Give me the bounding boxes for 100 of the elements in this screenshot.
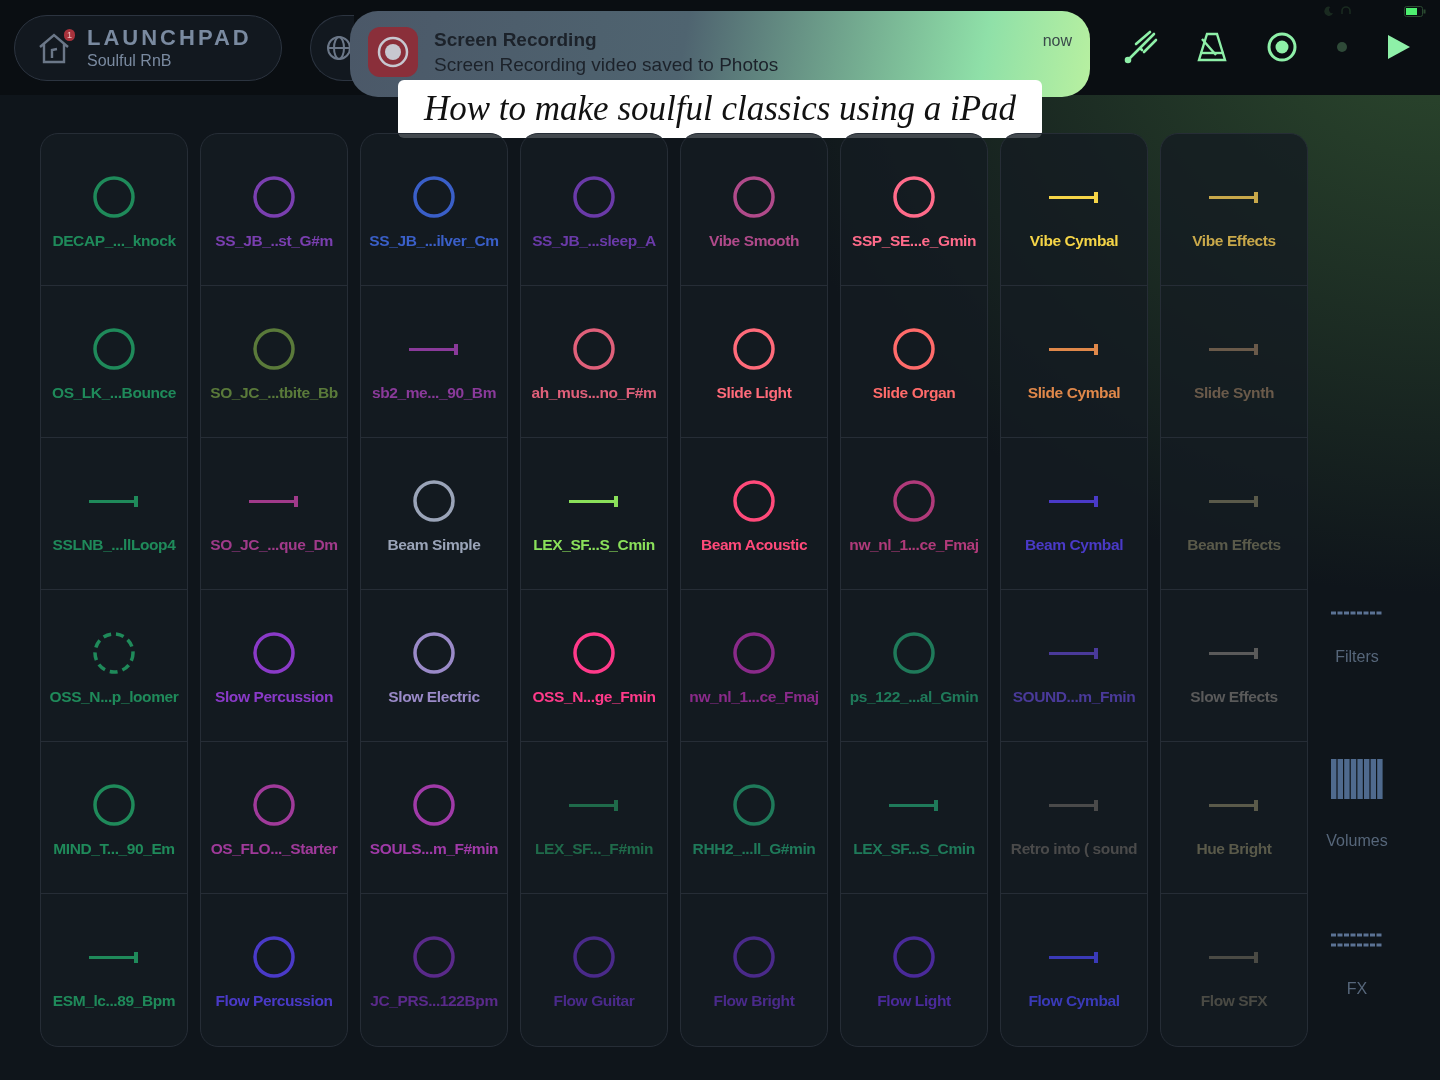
pad-label: SO_JC_...que_Dm [210, 534, 338, 555]
notification-body: Screen Recording video saved to Photos [434, 53, 780, 77]
pad-label: ps_122_...al_Gmin [849, 686, 979, 707]
sample-pad[interactable]: Slide Light [681, 286, 827, 438]
pad-label: SS_JB_...ilver_Cm [369, 230, 499, 251]
sample-pad[interactable]: Flow Bright [681, 894, 827, 1046]
sample-pad[interactable]: Flow Cymbal [1001, 894, 1147, 1046]
sample-pad[interactable]: ps_122_...al_Gmin [841, 590, 987, 742]
ring-icon [252, 935, 296, 980]
pad-label: Hue Bright [1196, 838, 1272, 859]
sample-pad[interactable]: nw_nl_1...ce_Fmaj [841, 438, 987, 590]
sample-pad[interactable]: Beam Acoustic [681, 438, 827, 590]
sample-pad[interactable]: OS_FLO..._Starter [201, 742, 347, 894]
pad-label: Vibe Effects [1192, 230, 1276, 251]
ring-icon [572, 935, 616, 980]
ring-icon [252, 782, 296, 827]
sample-pad[interactable]: Flow Guitar [521, 894, 667, 1046]
pad-label: Slow Electric [388, 686, 480, 707]
notification-badge: 1 [64, 28, 75, 41]
pad-label: OSS_N...p_loomer [49, 686, 179, 707]
ring-icon [732, 935, 776, 980]
panel-tab[interactable]: Volumes [1326, 759, 1388, 933]
sample-pad[interactable]: OS_LK_...Bounce [41, 286, 187, 438]
globe-button[interactable] [310, 14, 354, 81]
line-icon [1049, 494, 1099, 507]
launchpad-button[interactable]: 1 LAUNCHPAD Soulful RnB [14, 14, 282, 81]
panel-tab[interactable]: Filters [1331, 611, 1383, 759]
sample-pad[interactable]: SSLNB_...llLoop4 [41, 438, 187, 590]
pad-label: Slide Cymbal [1027, 382, 1121, 403]
pad-label: RHH2_...ll_G#min [692, 838, 816, 859]
sample-pad[interactable]: Slow Percussion [201, 590, 347, 742]
sample-pad[interactable]: Flow Light [841, 894, 987, 1046]
panel-tab-label: Filters [1335, 647, 1379, 667]
pad-label: DECAP_..._knock [52, 230, 176, 251]
sample-pad[interactable]: Slow Effects [1161, 590, 1307, 742]
sample-pad[interactable]: SOULS...m_F#min [361, 742, 507, 894]
ring-icon [252, 326, 296, 371]
line-icon [1049, 798, 1099, 811]
pad-label: LEX_SF...S_Cmin [533, 534, 655, 555]
dashed-line-icon [1331, 611, 1383, 615]
pad-label: nw_nl_1...ce_Fmaj [689, 686, 819, 707]
line-icon [1049, 342, 1099, 355]
line-icon [89, 494, 139, 507]
sample-pad[interactable]: nw_nl_1...ce_Fmaj [681, 590, 827, 742]
sample-pad[interactable]: LEX_SF..._F#min [521, 742, 667, 894]
sample-pad[interactable]: SO_JC_...tbite_Bb [201, 286, 347, 438]
sample-pad[interactable]: Vibe Effects [1161, 134, 1307, 286]
sample-pad[interactable]: RHH2_...ll_G#min [681, 742, 827, 894]
sample-pad[interactable]: Beam Effects [1161, 438, 1307, 590]
ring-icon [892, 935, 936, 980]
sample-pad[interactable]: DECAP_..._knock [41, 134, 187, 286]
sample-pad[interactable]: Hue Bright [1161, 742, 1307, 894]
line-icon [1049, 951, 1099, 964]
sample-pad[interactable]: SOUND...m_Fmin [1001, 590, 1147, 742]
sample-pad[interactable]: Slow Electric [361, 590, 507, 742]
sample-pad[interactable]: OSS_N...p_loomer [41, 590, 187, 742]
sample-pad[interactable]: SO_JC_...que_Dm [201, 438, 347, 590]
record-icon[interactable] [1266, 30, 1298, 63]
sample-pad[interactable]: OSS_N...ge_Fmin [521, 590, 667, 742]
ring-icon [892, 630, 936, 675]
ring-icon [92, 326, 136, 371]
sample-pad[interactable]: ESM_lc...89_Bpm [41, 894, 187, 1046]
tuning-fork-icon[interactable] [1124, 29, 1158, 64]
sample-pad[interactable]: LEX_SF...S_Cmin [521, 438, 667, 590]
metronome-icon[interactable] [1196, 30, 1228, 63]
fader-bank-icon [1331, 759, 1383, 799]
sample-pad[interactable]: ah_mus...no_F#m [521, 286, 667, 438]
ring-icon [412, 630, 456, 675]
ring-icon [892, 174, 936, 219]
line-icon [1209, 798, 1259, 811]
sample-pad[interactable]: Slide Synth [1161, 286, 1307, 438]
sample-pad[interactable]: Beam Simple [361, 438, 507, 590]
dashed-lines-icon [1331, 933, 1383, 947]
panel-tab[interactable]: FX [1331, 933, 1383, 1001]
sample-pad[interactable]: Slide Cymbal [1001, 286, 1147, 438]
panel-tab-label: Volumes [1326, 831, 1388, 851]
pad-label: OSS_N...ge_Fmin [532, 686, 656, 707]
sample-pad[interactable]: SS_JB_..st_G#m [201, 134, 347, 286]
sample-pad[interactable]: Slide Organ [841, 286, 987, 438]
sample-pad[interactable]: SS_JB_...ilver_Cm [361, 134, 507, 286]
ring-icon [412, 782, 456, 827]
sample-pad[interactable]: Beam Cymbal [1001, 438, 1147, 590]
pad-label: Flow Light [877, 991, 951, 1012]
line-icon [889, 798, 939, 811]
pad-label: Slow Effects [1190, 686, 1278, 707]
pad-label: Flow Cymbal [1028, 991, 1120, 1012]
line-icon [1049, 190, 1099, 203]
play-icon[interactable] [1386, 32, 1412, 61]
sample-pad[interactable]: JC_PRS...122Bpm [361, 894, 507, 1046]
sample-pad[interactable]: SSP_SE...e_Gmin [841, 134, 987, 286]
pad-label: JC_PRS...122Bpm [370, 991, 498, 1012]
sample-pad[interactable]: Flow Percussion [201, 894, 347, 1046]
sample-pad[interactable]: sb2_me..._90_Bm [361, 286, 507, 438]
sample-pad[interactable]: SS_JB_...sleep_A [521, 134, 667, 286]
pad-label: SS_JB_..st_G#m [215, 230, 333, 251]
ring-icon [92, 782, 136, 827]
sample-pad[interactable]: MIND_T..._90_Em [41, 742, 187, 894]
sample-pad[interactable]: LEX_SF...S_Cmin [841, 742, 987, 894]
sample-pad[interactable]: Vibe Smooth [681, 134, 827, 286]
sample-pad[interactable]: Vibe Cymbal [1001, 134, 1147, 286]
